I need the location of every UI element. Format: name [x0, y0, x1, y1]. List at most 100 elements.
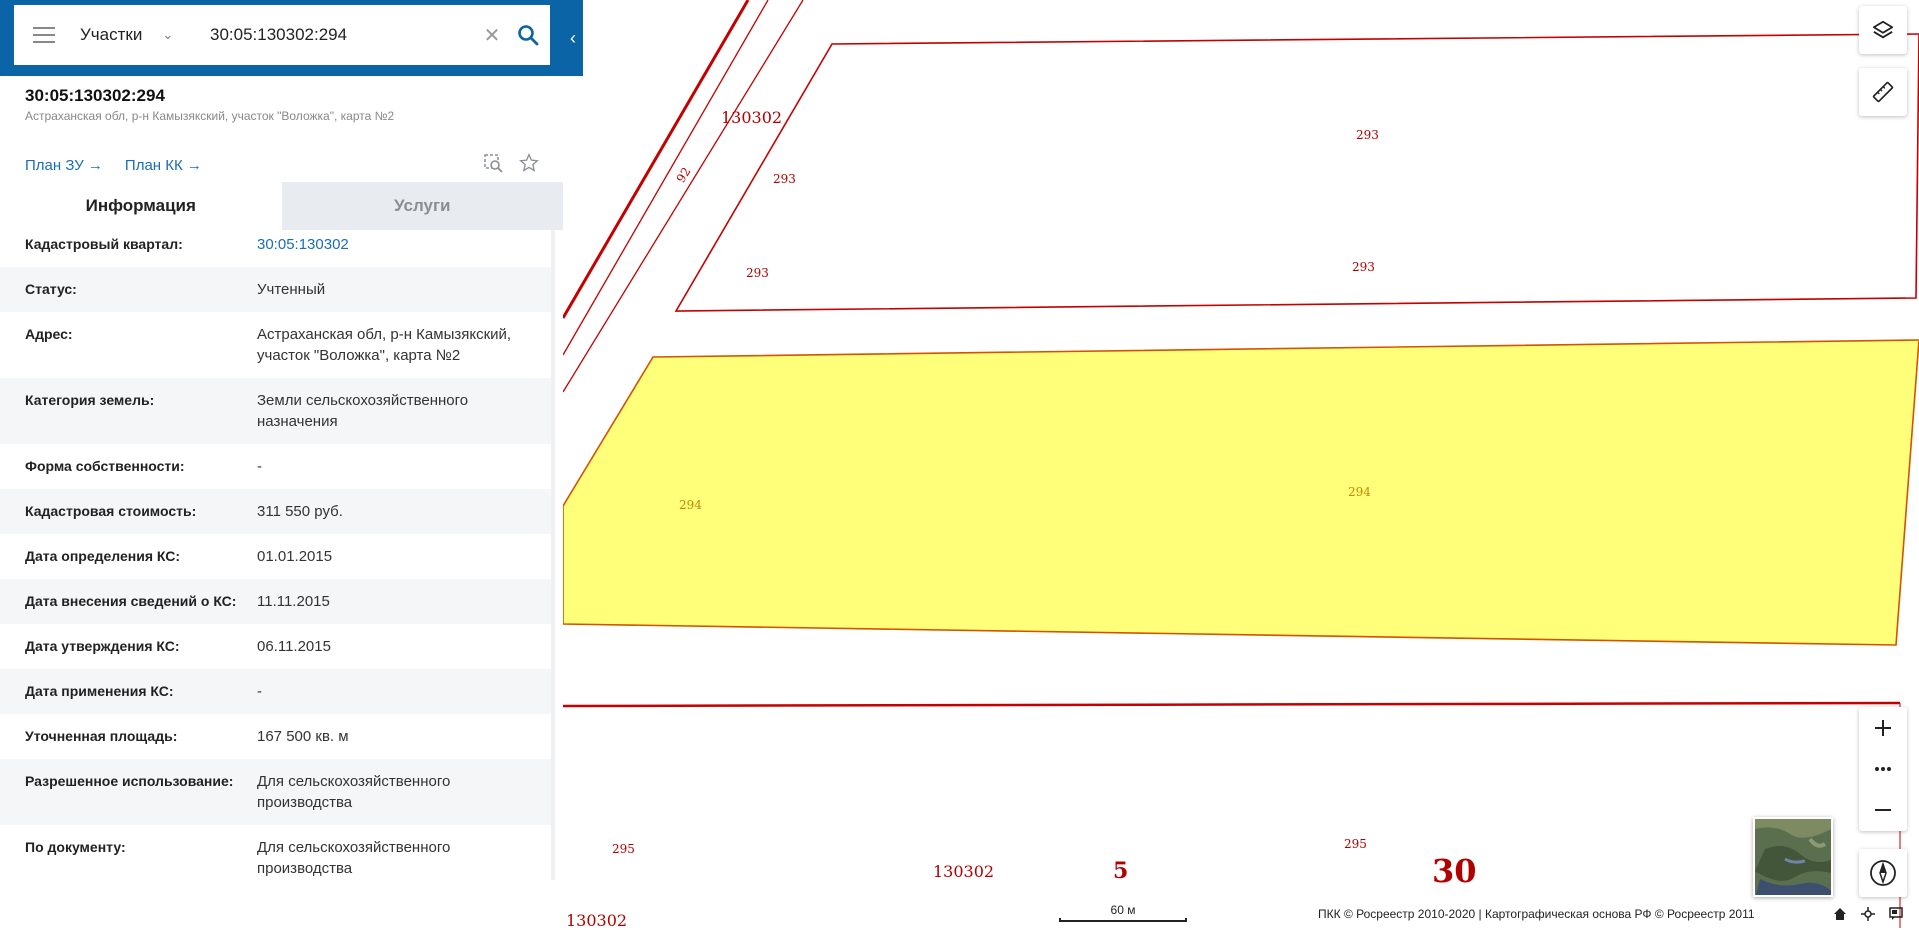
search-box: Участки ⌄ ✕ [14, 5, 550, 65]
quarter-label: 130302 [566, 911, 628, 930]
compass-button[interactable] [1859, 849, 1907, 897]
parcel-label: 294 [679, 498, 702, 512]
search-category-select[interactable]: Участки ⌄ [74, 5, 204, 65]
parcel-label: 293 [1356, 128, 1379, 142]
scale-line [1059, 918, 1187, 922]
search-input[interactable] [204, 15, 478, 55]
quarter-label: 130302 [721, 108, 783, 127]
info-key: Уточненная площадь: [25, 728, 178, 744]
info-row: Разрешенное использование: Для сельскохо… [0, 759, 551, 825]
info-row: По документу: Для сельскохозяйственного … [0, 825, 551, 891]
info-value: - [257, 683, 262, 700]
info-value: 06.11.2015 [257, 638, 331, 655]
hamburger-icon [33, 27, 55, 43]
copyright-text: ПКК © Росреестр 2010-2020 | Картографиче… [1318, 907, 1755, 921]
object-header: 30:05:130302:294 Астраханская обл, р-н К… [25, 86, 545, 123]
info-row: Статус: Учтенный [0, 267, 551, 312]
search-category-label: Участки [80, 25, 143, 44]
scrollbar[interactable] [551, 230, 555, 880]
plan-links: План ЗУ → План КК → [25, 157, 202, 174]
star-icon [519, 153, 539, 172]
object-address: Астраханская обл, р-н Камызякский, участ… [25, 109, 395, 123]
info-value: 167 500 кв. м [257, 728, 349, 745]
parcel-label: 293 [773, 172, 796, 186]
close-icon: ✕ [483, 24, 501, 47]
info-row: Кадастровый квартал: 30:05:130302 [0, 230, 551, 267]
parcel-293 [674, 33, 1919, 312]
info-key: Дата определения КС: [25, 548, 181, 564]
quarter-label: 130302 [933, 862, 995, 881]
info-row: Форма собственности: - [0, 444, 551, 489]
search-icon [518, 25, 539, 46]
parcel-294-selected [562, 339, 1919, 646]
info-row: Категория земель: Земли сельскохозяйстве… [0, 378, 551, 444]
parcel-label: 293 [1352, 260, 1375, 274]
info-key: Дата применения КС: [25, 683, 174, 699]
info-key: По документу: [25, 839, 126, 855]
zoom-in-button[interactable] [1859, 707, 1907, 748]
favorite-button[interactable] [518, 152, 540, 174]
menu-button[interactable] [14, 5, 74, 65]
tab-info[interactable]: Информация [0, 182, 282, 230]
cadastral-quarter-link[interactable]: 30:05:130302 [257, 234, 537, 255]
info-row: Кадастровая стоимость: 311 550 руб. [0, 489, 551, 534]
home-icon [1834, 908, 1846, 920]
parcel-label: 294 [1348, 485, 1371, 499]
district-label: 5 [1113, 858, 1129, 884]
feedback-button[interactable] [1888, 906, 1904, 922]
map-footer-tools [1832, 906, 1904, 922]
home-button[interactable] [1832, 906, 1848, 922]
parcel-label: 295 [612, 842, 635, 856]
chevron-down-icon: ⌄ [162, 27, 174, 42]
info-key: Разрешенное использование: [25, 773, 234, 789]
zoom-controls [1859, 707, 1907, 831]
info-key: Кадастровый квартал: [25, 236, 183, 252]
info-row: Дата применения КС: - [0, 669, 551, 714]
chevron-left-icon: ‹ [570, 27, 576, 48]
object-actions [482, 152, 540, 174]
info-panel: Участки ⌄ ✕ ‹ 30:05:130302:294 Астраханс… [0, 0, 583, 928]
plan-zu-link[interactable]: План ЗУ → [25, 157, 103, 174]
satellite-thumbnail [1755, 819, 1831, 895]
tab-services[interactable]: Услуги [281, 182, 563, 230]
info-value: Для сельскохозяйственного производства [257, 839, 451, 877]
plus-icon [1875, 719, 1891, 736]
plan-kk-link[interactable]: План КК → [125, 157, 202, 174]
collapse-panel-button[interactable]: ‹ [563, 0, 583, 76]
info-key: Кадастровая стоимость: [25, 503, 197, 519]
parcel-label: 295 [1344, 837, 1367, 851]
zoom-to-object-icon [484, 154, 503, 173]
basemap-switcher[interactable] [1753, 817, 1833, 897]
info-key: Адрес: [25, 326, 73, 342]
scale-label: 60 м [1110, 903, 1136, 917]
scale-bar: 60 м [1058, 903, 1188, 922]
info-key: Форма собственности: [25, 458, 185, 474]
info-row: Дата внесения сведений о КС: 11.11.2015 [0, 579, 551, 624]
layers-button[interactable] [1859, 6, 1907, 54]
region-label: 30 [1432, 852, 1477, 890]
info-value: Учтенный [257, 281, 326, 298]
more-icon [1875, 766, 1891, 771]
search-button[interactable] [506, 5, 550, 65]
measure-button[interactable] [1859, 68, 1907, 116]
info-value: Земли сельскохозяйственного назначения [257, 392, 469, 430]
layers-icon [1872, 20, 1894, 39]
show-on-map-button[interactable] [482, 152, 504, 174]
info-row: Дата определения КС: 01.01.2015 [0, 534, 551, 579]
info-value: - [257, 458, 262, 475]
arrow-right-icon: → [186, 157, 202, 174]
search-bar: Участки ⌄ ✕ ‹ [0, 0, 583, 76]
info-key: Категория земель: [25, 392, 155, 408]
info-value: 11.11.2015 [257, 593, 330, 610]
locate-button[interactable] [1860, 906, 1876, 922]
info-key: Дата внесения сведений о КС: [25, 593, 237, 609]
clear-search-button[interactable]: ✕ [478, 5, 506, 65]
info-row: Уточненная площадь: 167 500 кв. м [0, 714, 551, 759]
zoom-out-button[interactable] [1859, 789, 1907, 830]
minus-icon [1875, 808, 1891, 811]
info-value: Астраханская обл, р-н Камызякский, участ… [257, 326, 512, 364]
parcel-label: 293 [746, 266, 769, 280]
zoom-more-button[interactable] [1859, 748, 1907, 789]
panel-tabs: Информация Услуги [0, 182, 563, 230]
info-key: Статус: [25, 281, 77, 297]
